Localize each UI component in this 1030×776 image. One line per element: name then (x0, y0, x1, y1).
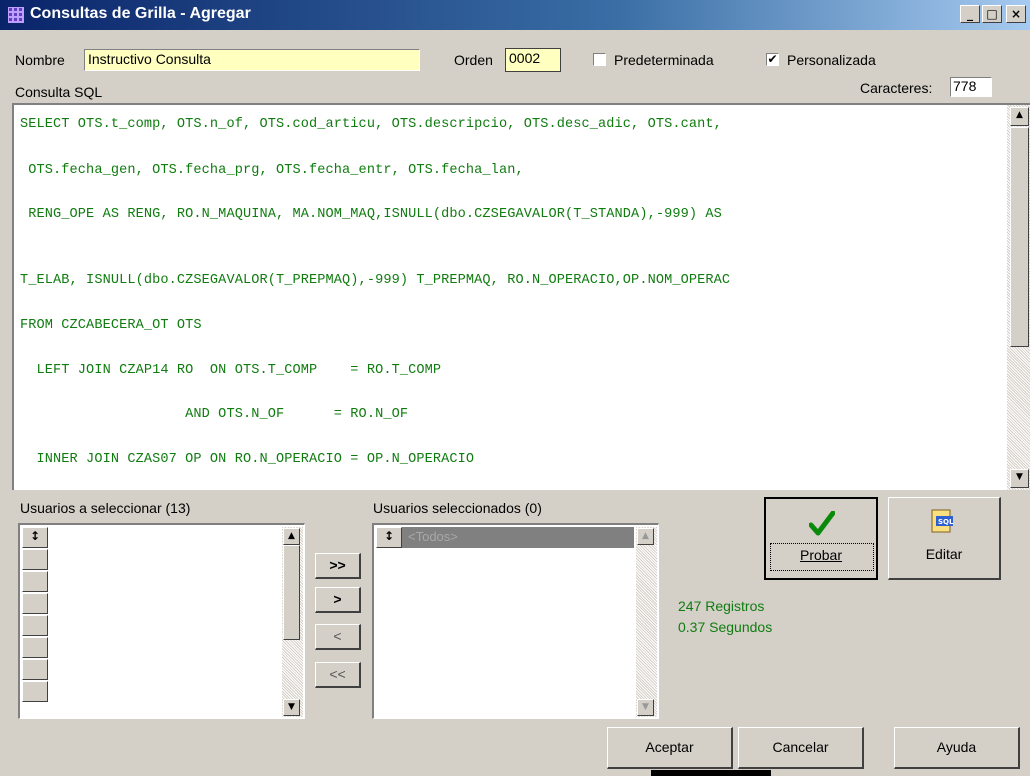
seleccionados-scrollbar[interactable]: ▲ ▼ (636, 527, 657, 717)
cancelar-button[interactable]: Cancelar (738, 727, 864, 769)
usuarios-a-seleccionar-label: Usuarios a seleccionar (13) (20, 500, 191, 516)
sql-line: AND OTS.N_OF = RO.N_OF (20, 407, 409, 422)
usuarios-seleccionados-label: Usuarios seleccionados (0) (373, 500, 542, 516)
aceptar-button[interactable]: Aceptar (607, 727, 733, 769)
scroll-thumb[interactable] (283, 545, 300, 640)
taskbar-fragment (651, 770, 771, 776)
sql-line: T_ELAB, ISNULL(dbo.CZSEGAVALOR(T_PREPMAQ… (20, 273, 731, 288)
sql-editor[interactable]: SELECT OTS.t_comp, OTS.n_of, OTS.cod_art… (12, 103, 1030, 490)
personalizada-checkbox[interactable]: ✔ (766, 53, 779, 66)
window-title: Consultas de Grilla - Agregar (30, 5, 251, 22)
checkmark-icon (809, 511, 835, 536)
sql-line: RENG_OPE AS RENG, RO.N_MAQUINA, MA.NOM_M… (20, 207, 722, 222)
ayuda-button[interactable]: Ayuda (894, 727, 1020, 769)
consulta-sql-label: Consulta SQL (15, 84, 103, 100)
scroll-down-icon[interactable]: ▼ (283, 699, 300, 716)
registros-count: 247 Registros (678, 598, 765, 614)
scroll-down-icon[interactable]: ▼ (637, 699, 654, 716)
sql-edit-icon: SQL (931, 509, 954, 533)
title-bar: Consultas de Grilla - Agregar _ □ × (0, 0, 1030, 30)
caracteres-label: Caracteres: (860, 80, 933, 96)
personalizada-label: Personalizada (787, 52, 876, 68)
predeterminada-label: Predeterminada (614, 52, 714, 68)
row-header-sort-icon[interactable]: ↕ (376, 527, 402, 548)
nombre-input[interactable]: Instructivo Consulta (84, 49, 420, 71)
caracteres-value: 778 (950, 77, 992, 97)
row-header-sort-icon[interactable]: ↕ (22, 527, 48, 548)
orden-input[interactable]: 0002 (505, 48, 561, 72)
row-header[interactable] (22, 681, 48, 702)
close-button[interactable]: × (1006, 5, 1026, 23)
sql-line: INNER JOIN CZAS07 OP ON RO.N_OPERACIO = … (20, 452, 475, 467)
sql-line: FROM CZCABECERA_OT OTS (20, 318, 202, 333)
row-header[interactable] (22, 571, 48, 592)
row-header[interactable] (22, 637, 48, 658)
probar-button[interactable]: Probar (764, 497, 878, 580)
todos-item: <Todos> (408, 529, 458, 544)
editar-label: Editar (925, 546, 963, 562)
predeterminada-checkbox[interactable] (593, 53, 606, 66)
row-header[interactable] (22, 549, 48, 570)
row-header[interactable] (22, 659, 48, 680)
sql-scrollbar[interactable]: ▲ ▼ (1007, 105, 1030, 490)
todos-row[interactable]: ↕ <Todos> (376, 527, 634, 548)
svg-text:SQL: SQL (938, 518, 954, 526)
remove-one-button[interactable]: < (315, 624, 361, 650)
scroll-up-icon[interactable]: ▲ (637, 528, 654, 545)
editar-button[interactable]: SQL Editar (888, 497, 1001, 580)
add-one-button[interactable]: > (315, 587, 361, 613)
row-header[interactable] (22, 615, 48, 636)
scroll-up-icon[interactable]: ▲ (1010, 107, 1029, 126)
scroll-thumb[interactable] (1010, 127, 1029, 347)
scroll-down-icon[interactable]: ▼ (1010, 469, 1029, 488)
sql-line: OTS.fecha_gen, OTS.fecha_prg, OTS.fecha_… (20, 163, 524, 178)
usuarios-a-seleccionar-list[interactable]: ↕ ▲ ▼ (18, 523, 305, 719)
add-all-button[interactable]: >> (315, 553, 361, 579)
remove-all-button[interactable]: << (315, 662, 361, 688)
maximize-button[interactable]: □ (982, 5, 1002, 23)
minimize-button[interactable]: _ (960, 5, 980, 23)
orden-label: Orden (454, 52, 493, 68)
usuarios-scrollbar[interactable]: ▲ ▼ (282, 527, 303, 717)
nombre-label: Nombre (15, 52, 65, 68)
sql-line: SELECT OTS.t_comp, OTS.n_of, OTS.cod_art… (20, 117, 722, 132)
row-header[interactable] (22, 593, 48, 614)
scroll-up-icon[interactable]: ▲ (283, 528, 300, 545)
usuarios-seleccionados-list[interactable]: ↕ <Todos> ▲ ▼ (372, 523, 659, 719)
grid-icon (8, 7, 24, 23)
sql-line: LEFT JOIN CZAP14 RO ON OTS.T_COMP = RO.T… (20, 363, 442, 378)
segundos-elapsed: 0.37 Segundos (678, 619, 773, 635)
focus-rect (770, 543, 874, 571)
